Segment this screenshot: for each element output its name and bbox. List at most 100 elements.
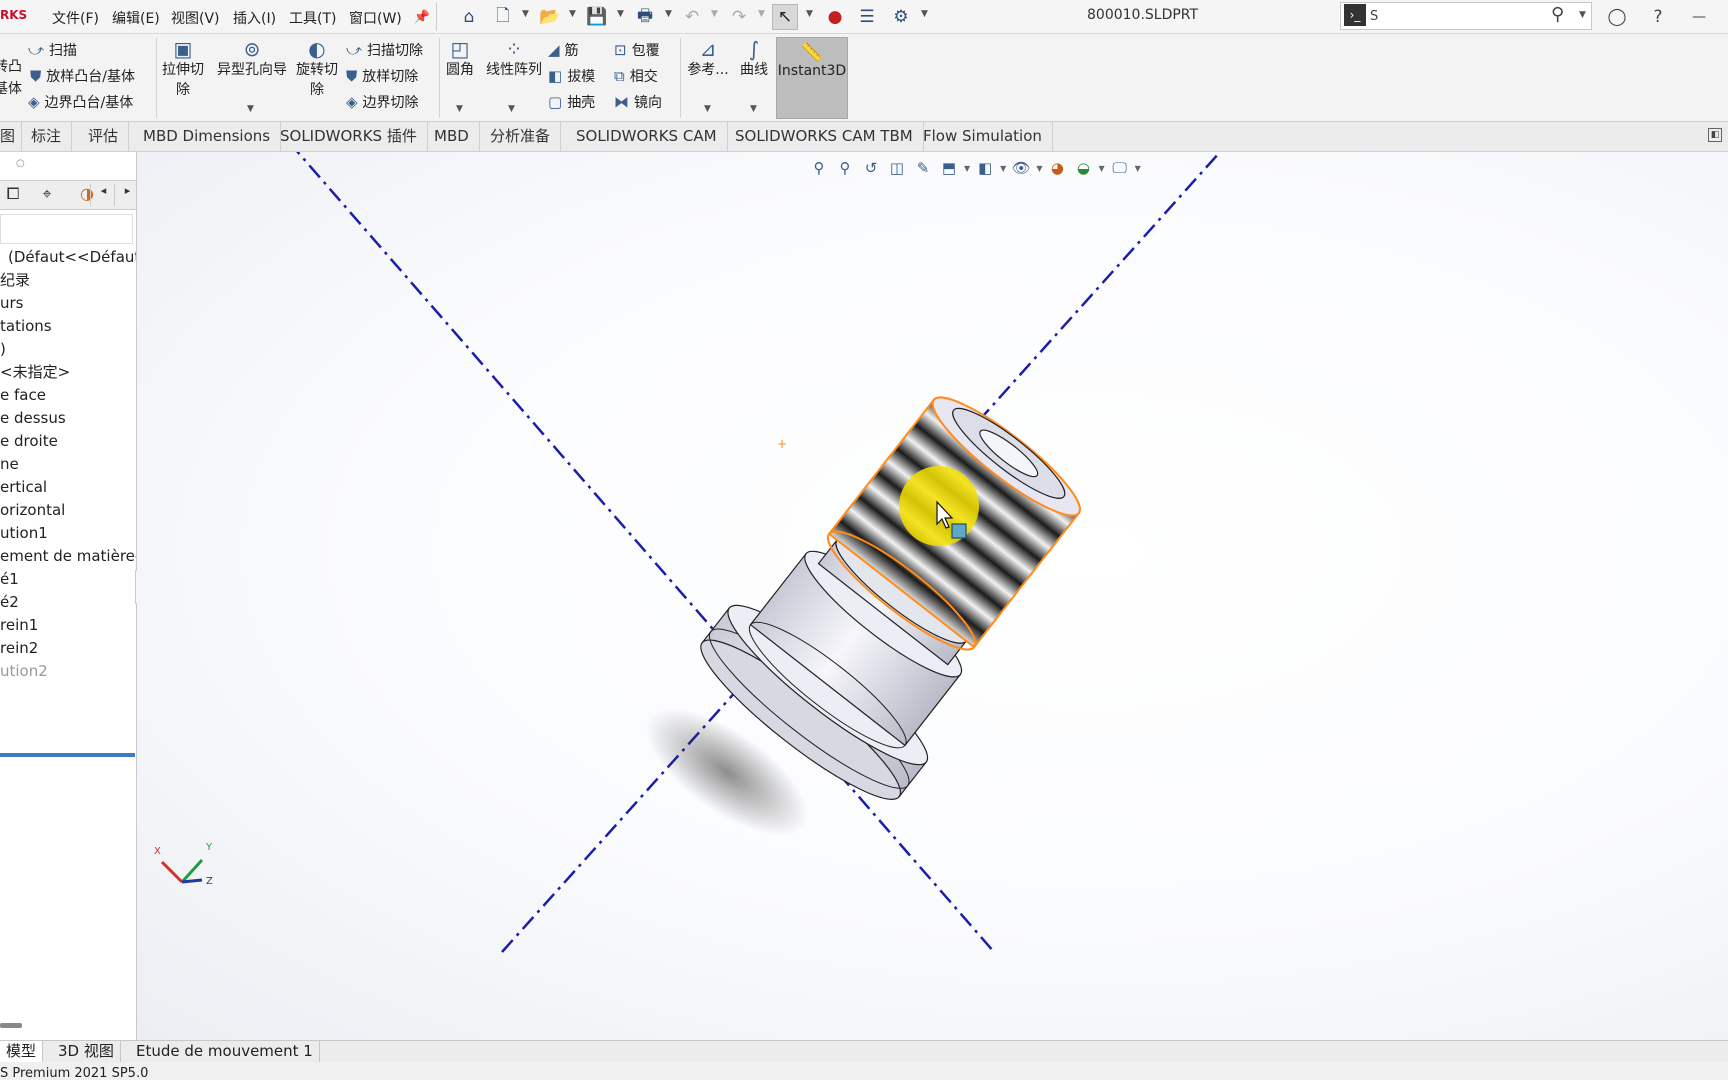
curves-button[interactable]: ∫ 曲线	[736, 38, 772, 80]
tree-item-origin[interactable]: ne	[0, 453, 19, 475]
menu-window[interactable]: 窗口(W)	[349, 8, 402, 28]
boundary-cut-button[interactable]: ◈ 边界切除	[346, 92, 419, 112]
tab-solidworks-cam[interactable]: SOLIDWORKS CAM	[566, 122, 728, 152]
previous-view-icon[interactable]: ↺	[860, 157, 882, 179]
file-properties-icon[interactable]: ☰	[854, 4, 880, 30]
rollback-bar[interactable]	[0, 753, 135, 757]
print-icon[interactable]: 🖶	[632, 4, 658, 30]
tree-item-solid-bodies[interactable]: )	[0, 338, 6, 360]
chevron-down-icon[interactable]: ▼	[1135, 164, 1141, 173]
revolve-cut-button[interactable]: ◐ 旋转切 除	[294, 38, 340, 100]
tab-solidworks-addins[interactable]: SOLIDWORKS 插件	[270, 122, 428, 152]
wrap-button[interactable]: ⊡ 包覆	[614, 40, 660, 60]
chevron-down-icon[interactable]: ▼	[247, 104, 254, 114]
search-input[interactable]	[1370, 6, 1550, 26]
menu-view[interactable]: 视图(V)	[171, 8, 220, 28]
apply-scene-icon[interactable]: ◒	[1072, 157, 1094, 179]
undo-icon[interactable]: ↶	[679, 4, 705, 30]
search-icon[interactable]: ⚲	[1551, 4, 1564, 25]
menu-insert[interactable]: 插入(I)	[233, 8, 276, 28]
tab-model[interactable]: 模型	[0, 1041, 44, 1063]
collapse-icon[interactable]: ○	[16, 158, 25, 169]
config-manager-icon[interactable]: ⧠	[0, 184, 26, 206]
chevron-down-icon[interactable]: ▼	[758, 9, 765, 19]
chevron-down-icon[interactable]: ▼	[522, 9, 529, 19]
save-icon[interactable]: 💾	[584, 4, 610, 30]
tree-item-annotations[interactable]: tations	[0, 315, 52, 337]
chevron-down-icon[interactable]: ▼	[1036, 164, 1042, 173]
revolve-boss-label-1[interactable]: 转凸	[0, 56, 22, 76]
display-style-icon[interactable]: ◧	[974, 157, 996, 179]
tree-item-cut-extrude[interactable]: ement de matière-P	[0, 545, 136, 567]
chevron-down-icon[interactable]: ▼	[1579, 10, 1586, 20]
chevron-down-icon[interactable]: ▼	[704, 104, 711, 114]
open-folder-icon[interactable]: 📂	[537, 4, 563, 30]
view-settings-icon[interactable]: 🖵	[1109, 157, 1131, 179]
sweep-boss-button[interactable]: ⤻ 扫描	[28, 40, 77, 60]
select-cursor-icon[interactable]: ↖	[772, 4, 798, 30]
instant3d-button[interactable]: 📏 Instant3D	[776, 37, 848, 119]
tree-scroll-right-icon[interactable]: ▸	[114, 184, 136, 206]
chevron-down-icon[interactable]: ▼	[617, 9, 624, 19]
chevron-down-icon[interactable]: ▼	[921, 9, 928, 19]
tab-3d-views[interactable]: 3D 视图	[52, 1041, 121, 1063]
edit-appearance-icon[interactable]: ◕	[1046, 157, 1068, 179]
chevron-down-icon[interactable]: ▼	[711, 9, 718, 19]
chevron-down-icon[interactable]: ▼	[806, 9, 813, 19]
loft-boss-button[interactable]: ⛊ 放样凸台/基体	[30, 66, 135, 86]
revolve-boss-label-2[interactable]: 基体	[0, 78, 22, 98]
sweep-cut-button[interactable]: ⤻ 扫描切除	[346, 40, 423, 60]
tree-item-vertical-axis[interactable]: ertical	[0, 476, 47, 498]
chevron-down-icon[interactable]: ▼	[750, 104, 757, 114]
section-view-icon[interactable]: ◫	[886, 157, 908, 179]
menu-file[interactable]: 文件(F)	[52, 8, 99, 28]
chevron-down-icon[interactable]: ▼	[456, 104, 463, 114]
chevron-down-icon[interactable]: ▼	[508, 104, 515, 114]
pin-icon[interactable]: 📌	[409, 4, 435, 30]
intersect-button[interactable]: ⧉ 相交	[614, 66, 658, 86]
tab-markup[interactable]: 标注	[21, 122, 73, 152]
zoom-area-icon[interactable]: ⚲	[834, 157, 856, 179]
help-icon[interactable]: ?	[1645, 4, 1671, 30]
tab-evaluate[interactable]: 评估	[78, 122, 130, 152]
loft-cut-button[interactable]: ⛊ 放样切除	[346, 66, 418, 86]
tree-item-horizontal-axis[interactable]: orizontal	[0, 499, 65, 521]
minimize-icon[interactable]: —	[1686, 4, 1712, 30]
tab-solidworks-cam-tbm[interactable]: SOLIDWORKS CAM TBM	[725, 122, 924, 152]
chevron-down-icon[interactable]: ▼	[1000, 164, 1006, 173]
tree-item-front-plane[interactable]: e face	[0, 384, 46, 406]
chevron-down-icon[interactable]: ▼	[964, 164, 970, 173]
tree-scroll-left-icon[interactable]: ◂	[90, 184, 116, 206]
traffic-light-icon[interactable]: ●	[822, 4, 848, 30]
tree-item-revolve1[interactable]: ution1	[0, 522, 48, 544]
home-icon[interactable]: ⌂	[456, 4, 482, 30]
view-orientation-icon[interactable]: ⬒	[938, 157, 960, 179]
shell-button[interactable]: ▢ 抽壳	[548, 92, 595, 112]
dynamic-annotation-icon[interactable]: ✎	[912, 157, 934, 179]
new-document-icon[interactable]: 🗋	[490, 4, 516, 30]
zoom-to-fit-icon[interactable]: ⚲	[808, 157, 830, 179]
menu-edit[interactable]: 编辑(E)	[112, 8, 160, 28]
graphics-area[interactable]: + X Y Z	[137, 152, 1728, 1040]
tree-item-revolve2[interactable]: ution2	[0, 660, 48, 682]
tree-scrollbar-thumb[interactable]	[0, 1023, 22, 1028]
fillet-button[interactable]: ◰ 圆角	[444, 38, 476, 80]
tab-mbd-dimensions[interactable]: MBD Dimensions	[133, 122, 282, 152]
chevron-down-icon[interactable]: ▼	[665, 9, 672, 19]
tree-item-groove2[interactable]: rein2	[0, 637, 38, 659]
hole-wizard-button[interactable]: ⊚ 异型孔向导	[212, 38, 292, 80]
tree-item-groove1[interactable]: rein1	[0, 614, 38, 636]
user-account-icon[interactable]: ◯	[1604, 4, 1630, 30]
tab-mbd[interactable]: MBD	[424, 122, 480, 152]
redo-icon[interactable]: ↷	[726, 4, 752, 30]
tree-item-root[interactable]: (Défaut<<Défaut>	[8, 246, 136, 268]
reference-triad[interactable]: X Y Z	[154, 842, 213, 887]
reference-geometry-button[interactable]: ⊿ 参考...	[686, 38, 730, 80]
tree-item-chamfer2[interactable]: é2	[0, 591, 19, 613]
gear-icon[interactable]: ⚙	[888, 4, 914, 30]
dimxpert-icon[interactable]: ⌖	[34, 184, 60, 206]
chevron-down-icon[interactable]: ▼	[1098, 164, 1104, 173]
tree-item-sensors[interactable]: urs	[0, 292, 24, 314]
task-pane-toggle-icon[interactable]: ◧	[1708, 128, 1722, 142]
tree-item-right-plane[interactable]: e droite	[0, 430, 58, 452]
